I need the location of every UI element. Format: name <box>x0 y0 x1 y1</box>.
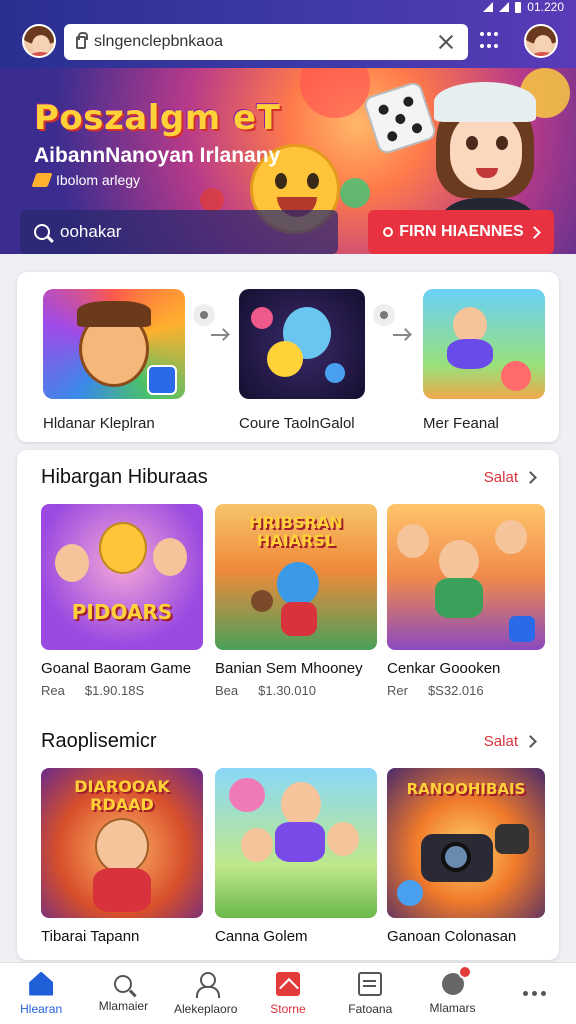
status-time: 01.220 <box>527 0 564 14</box>
hero-title: Poszalgm eT <box>34 98 281 138</box>
gem-icon <box>31 173 53 187</box>
nav-search[interactable]: Mlamaier <box>82 963 164 1024</box>
grid-menu-icon[interactable] <box>480 32 500 52</box>
lock-icon <box>76 31 88 49</box>
profile-avatar[interactable] <box>524 24 558 58</box>
avatar[interactable] <box>22 24 56 58</box>
nav-messages[interactable]: Mlamars <box>411 963 493 1024</box>
game-thumbnail[interactable]: HRIBSRAN HAIARSL <box>215 504 377 650</box>
section-title: Hibargan Hiburaas <box>41 466 208 488</box>
game-item[interactable]: PIDOARS Goanal Baoram Game Rea $1.90.18S <box>41 504 203 698</box>
game-item[interactable]: Cenkar Goooken Rer $S32.016 <box>387 504 545 698</box>
featured-card: Hldanar Kleplran Coure TaolnGalol Mer Fe… <box>17 272 559 442</box>
game-title: Goanal Baoram Game <box>41 660 192 677</box>
nav-store[interactable]: Storne <box>247 963 329 1024</box>
nav-library[interactable]: Fatoana <box>329 963 411 1024</box>
chat-icon <box>441 964 472 995</box>
arrow-right-icon <box>211 334 227 336</box>
featured-item[interactable]: Mer Feanal <box>423 289 545 432</box>
box-icon <box>358 971 383 996</box>
nav-explore[interactable]: Alekeplaoro <box>165 963 247 1024</box>
chevron-right-icon <box>524 735 537 748</box>
battery-icon <box>515 1 522 13</box>
see-all-link[interactable]: Salat <box>484 733 537 750</box>
game-meta: Rer $S32.016 <box>387 683 484 698</box>
game-price: $1.30.010 <box>258 683 316 698</box>
section-header: Raoplisemicr Salat <box>41 730 537 753</box>
search-icon <box>383 227 394 237</box>
game-price: $S32.016 <box>427 683 484 698</box>
game-title: Canna Golem <box>215 928 308 945</box>
game-item[interactable]: Canna Golem <box>215 768 377 945</box>
game-meta: Rea $1.90.18S <box>41 683 145 698</box>
featured-label: Mer Feanal <box>423 415 499 432</box>
arrow-right-icon <box>393 334 409 336</box>
game-meta: Bea $1.30.010 <box>215 683 316 698</box>
game-item[interactable]: HRIBSRAN HAIARSL Banian Sem Mhooney Bea … <box>215 504 377 698</box>
notification-badge <box>457 964 472 979</box>
hero-subtitle: AibannNanoyan Irlanany <box>34 144 281 167</box>
featured-label: Coure TaolnGalol <box>239 415 355 432</box>
nav-home[interactable]: Hlearan <box>0 963 82 1024</box>
games-card: Hibargan Hiburaas Salat PIDOARS Goanal B… <box>17 450 559 960</box>
signal-icon <box>483 2 494 12</box>
featured-thumbnail[interactable] <box>423 289 545 399</box>
close-icon[interactable] <box>436 32 456 52</box>
featured-thumbnail[interactable] <box>43 289 185 399</box>
game-thumbnail[interactable] <box>387 504 545 650</box>
featured-item[interactable]: Hldanar Kleplran <box>43 289 185 432</box>
see-all-link[interactable]: Salat <box>484 469 537 486</box>
url-text[interactable]: slngenclepbnkaoa <box>94 33 436 51</box>
game-thumbnail[interactable] <box>215 768 377 918</box>
game-title: Ganoan Colonasan <box>387 928 517 945</box>
chevron-right-icon <box>524 471 537 484</box>
game-title: Banian Sem Mhooney <box>215 660 363 677</box>
featured-label: Hldanar Kleplran <box>43 415 155 432</box>
section-header: Hibargan Hiburaas Salat <box>41 466 537 489</box>
chevron-right-icon <box>527 225 541 239</box>
hero-cta-button[interactable]: FIRN HIAENNES <box>368 210 554 254</box>
status-bar: 01.220 <box>483 0 564 14</box>
game-thumbnail[interactable]: DIAROOAK RDAAD <box>41 768 203 918</box>
hero-search-input[interactable]: oohakar <box>20 210 338 254</box>
paw-icon <box>373 304 395 326</box>
bottom-navigation: Hlearan Mlamaier Alekeplaoro Storne Fato… <box>0 962 576 1024</box>
featured-item[interactable]: Coure TaolnGalol <box>239 289 365 432</box>
nav-more[interactable] <box>494 963 576 1024</box>
person-icon <box>194 971 220 998</box>
game-thumbnail[interactable]: PIDOARS <box>41 504 203 650</box>
game-title: Cenkar Goooken <box>387 660 501 677</box>
search-icon <box>114 974 133 993</box>
top-app-bar: 01.220 slngenclepbnkaoa <box>0 0 576 68</box>
wifi-icon <box>499 2 510 12</box>
game-item[interactable]: RANOOHIBAIS Ganoan Colonasan <box>387 768 545 945</box>
paw-icon <box>193 304 215 326</box>
url-bar[interactable]: slngenclepbnkaoa <box>64 24 468 60</box>
featured-thumbnail[interactable] <box>239 289 365 399</box>
game-item[interactable]: DIAROOAK RDAAD Tibarai Tapann <box>41 768 203 945</box>
hero-banner[interactable]: Poszalgm eT AibannNanoyan Irlanany Ibolo… <box>0 68 576 254</box>
game-thumbnail[interactable]: RANOOHIBAIS <box>387 768 545 918</box>
game-title: Tibarai Tapann <box>41 928 140 945</box>
section-title: Raoplisemicr <box>41 730 157 752</box>
store-icon <box>275 971 300 996</box>
search-icon <box>34 224 50 240</box>
game-price: $1.90.18S <box>84 683 145 698</box>
home-icon <box>29 971 54 996</box>
more-icon <box>523 982 547 1006</box>
dice-art <box>362 80 438 156</box>
hero-tag: Ibolom arlegy <box>31 172 140 188</box>
